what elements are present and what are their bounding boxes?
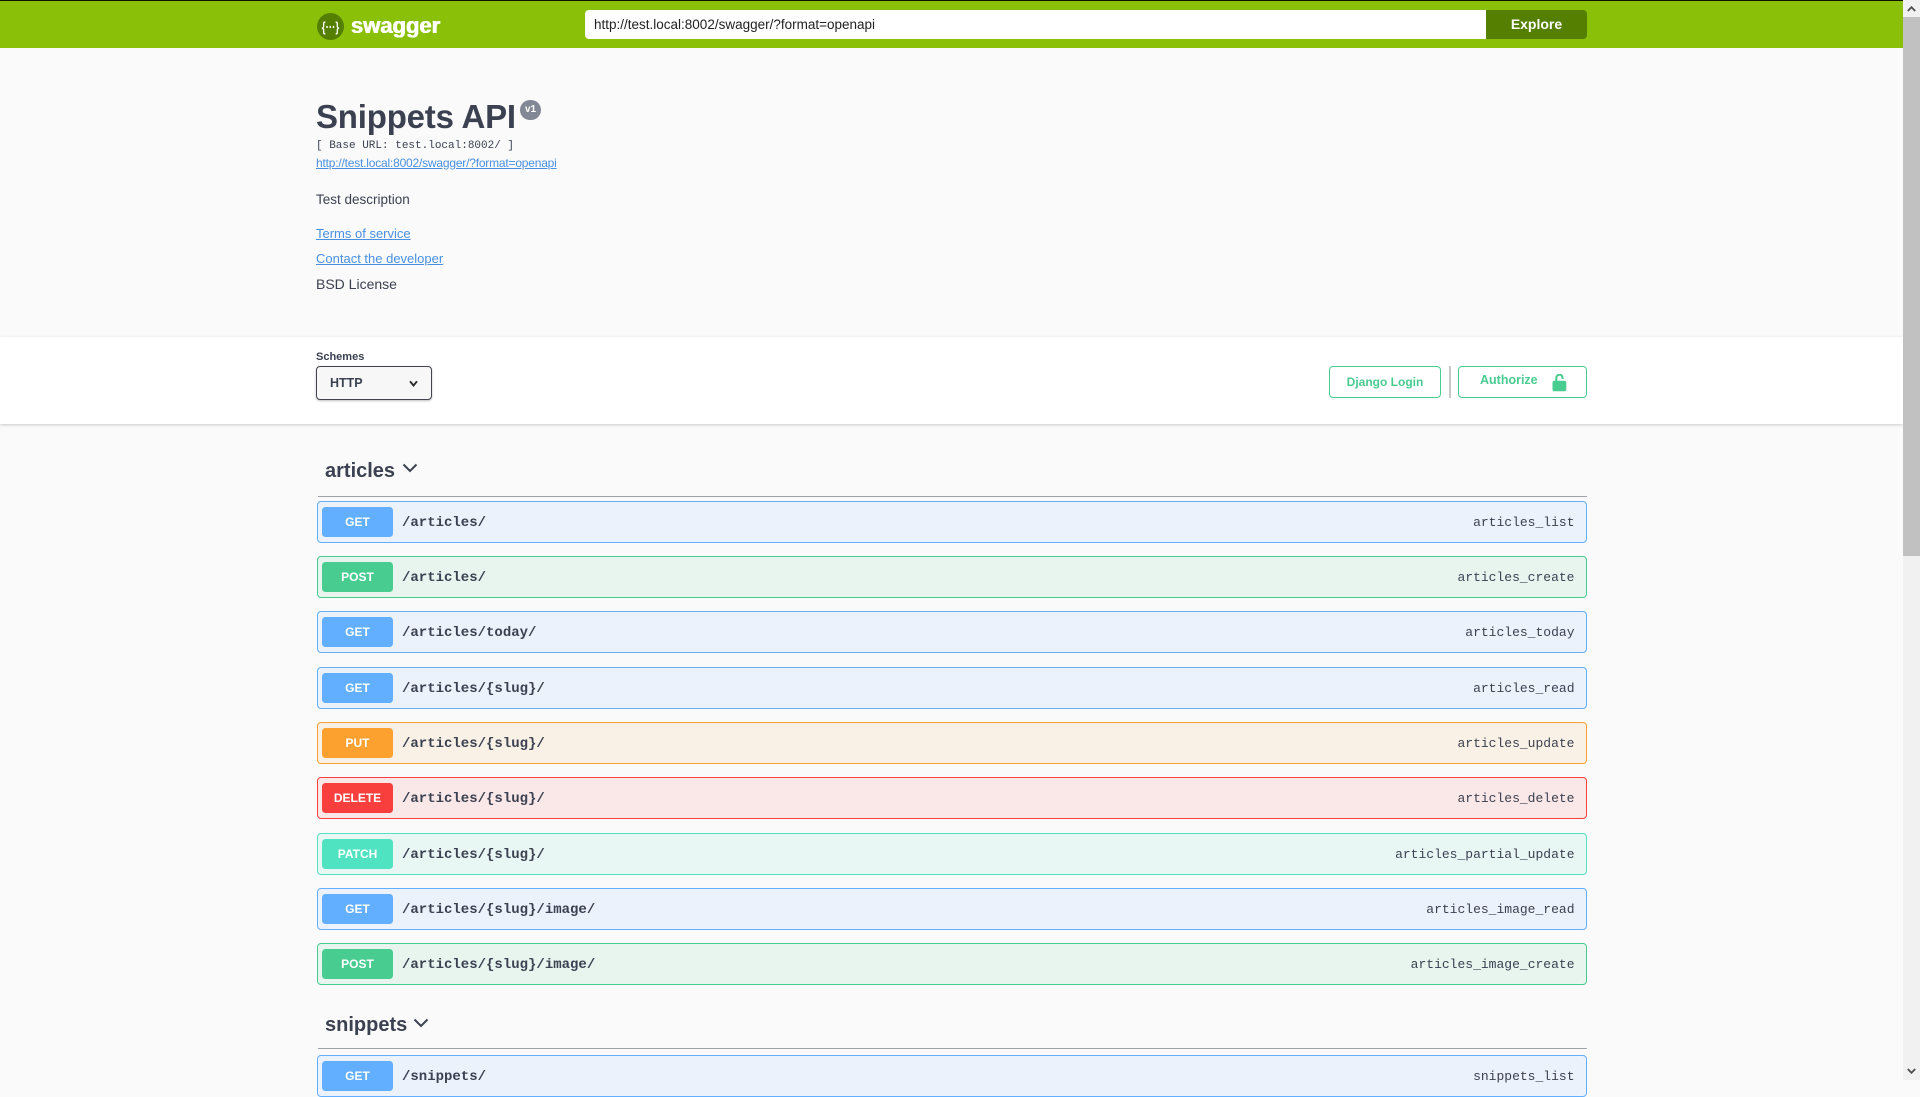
- svg-text:{···}: {···}: [322, 18, 340, 34]
